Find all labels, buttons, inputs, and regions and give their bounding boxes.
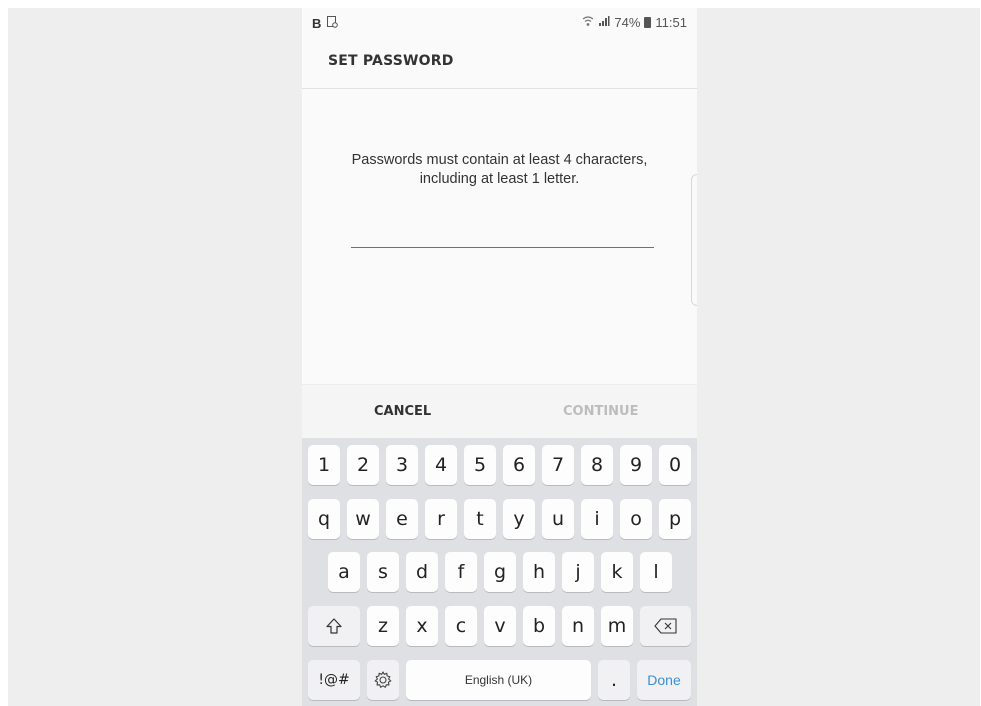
key-p[interactable]: p [659, 499, 691, 539]
clock: 11:51 [655, 15, 687, 30]
page-title: SET PASSWORD [328, 53, 454, 69]
period-key[interactable]: . [598, 660, 630, 700]
edge-panel-handle[interactable] [691, 174, 697, 306]
shift-icon [325, 617, 343, 635]
key-6[interactable]: 6 [503, 445, 535, 485]
key-2[interactable]: 2 [347, 445, 379, 485]
shift-key[interactable] [308, 606, 360, 646]
phone-screen: B 74% 11:51 SET PASSWORD Passwords must … [302, 8, 697, 706]
key-x[interactable]: x [406, 606, 438, 646]
backspace-icon [653, 618, 678, 634]
key-b[interactable]: b [523, 606, 555, 646]
key-u[interactable]: u [542, 499, 574, 539]
key-1[interactable]: 1 [308, 445, 340, 485]
key-q[interactable]: q [308, 499, 340, 539]
key-y[interactable]: y [503, 499, 535, 539]
signal-icon [598, 15, 610, 30]
backspace-key[interactable] [640, 606, 691, 646]
key-z[interactable]: z [367, 606, 399, 646]
key-4[interactable]: 4 [425, 445, 457, 485]
key-h[interactable]: h [523, 552, 555, 592]
key-c[interactable]: c [445, 606, 477, 646]
key-i[interactable]: i [581, 499, 613, 539]
key-t[interactable]: t [464, 499, 496, 539]
key-a[interactable]: a [328, 552, 360, 592]
key-r[interactable]: r [425, 499, 457, 539]
password-instructions: Passwords must contain at least 4 charac… [351, 152, 648, 187]
key-5[interactable]: 5 [464, 445, 496, 485]
dialog-button-bar: CANCEL CONTINUE [302, 384, 697, 439]
symbols-key[interactable]: !@# [308, 660, 360, 700]
wifi-icon [582, 15, 594, 30]
screenshot-icon [327, 16, 339, 31]
space-key[interactable]: English (UK) [406, 660, 591, 700]
key-k[interactable]: k [601, 552, 633, 592]
key-o[interactable]: o [620, 499, 652, 539]
done-key[interactable]: Done [637, 660, 691, 700]
key-e[interactable]: e [386, 499, 418, 539]
key-l[interactable]: l [640, 552, 672, 592]
key-m[interactable]: m [601, 606, 633, 646]
gear-icon [373, 670, 393, 690]
key-3[interactable]: 3 [386, 445, 418, 485]
key-0[interactable]: 0 [659, 445, 691, 485]
cancel-button[interactable]: CANCEL [374, 404, 431, 419]
key-f[interactable]: f [445, 552, 477, 592]
battery-percent: 74% [614, 15, 641, 30]
continue-button[interactable]: CONTINUE [563, 404, 639, 419]
key-s[interactable]: s [367, 552, 399, 592]
keyboard: 1 2 3 4 5 6 7 8 9 0 q w e r t y u i o p … [302, 438, 697, 706]
keyboard-settings-key[interactable] [367, 660, 399, 700]
key-7[interactable]: 7 [542, 445, 574, 485]
key-j[interactable]: j [562, 552, 594, 592]
status-letter: B [312, 16, 322, 31]
key-v[interactable]: v [484, 606, 516, 646]
password-input[interactable] [351, 223, 654, 248]
battery-icon [644, 17, 652, 28]
status-bar: B 74% 11:51 [302, 8, 697, 38]
app-header: SET PASSWORD [302, 38, 697, 89]
key-d[interactable]: d [406, 552, 438, 592]
key-n[interactable]: n [562, 606, 594, 646]
key-g[interactable]: g [484, 552, 516, 592]
key-w[interactable]: w [347, 499, 379, 539]
key-9[interactable]: 9 [620, 445, 652, 485]
key-8[interactable]: 8 [581, 445, 613, 485]
